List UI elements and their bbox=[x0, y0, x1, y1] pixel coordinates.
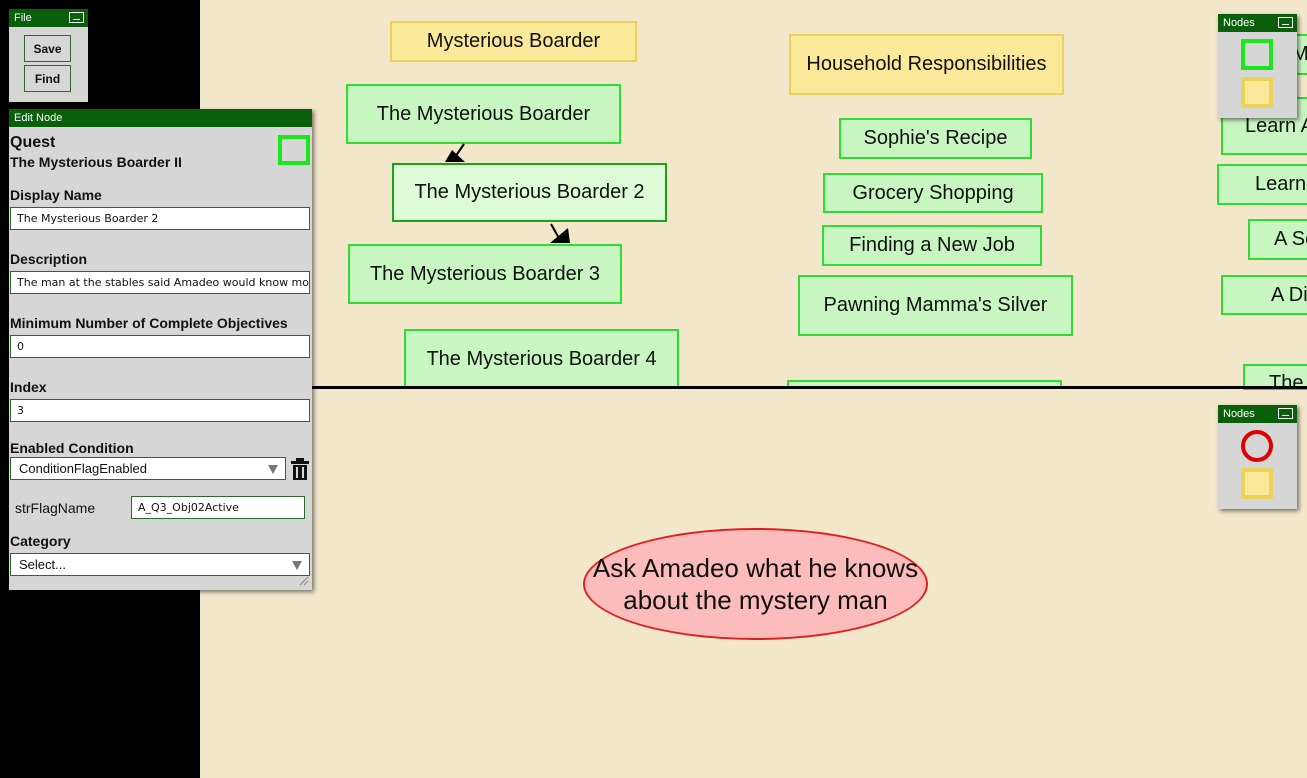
edit-node-title: Edit Node bbox=[14, 112, 63, 124]
min-objectives-label: Minimum Number of Complete Objectives bbox=[10, 315, 288, 331]
enabled-condition-label: Enabled Condition bbox=[10, 440, 134, 456]
flag-param-field[interactable]: A_Q3_Obj02Active bbox=[131, 496, 305, 519]
quest-node-label: The Mysterious Boarder 4 bbox=[426, 347, 657, 370]
node-color-swatch[interactable] bbox=[278, 135, 310, 165]
group-node-label: Household Responsibilities bbox=[806, 53, 1047, 75]
nodes-palette-title: Nodes bbox=[1223, 408, 1255, 420]
quest-node-tool-icon[interactable] bbox=[1241, 39, 1273, 70]
nodes-palette-titlebar[interactable]: Nodes bbox=[1218, 405, 1297, 423]
quest-node[interactable]: Finding a New Job bbox=[822, 225, 1042, 266]
category-select[interactable]: Select... bbox=[10, 553, 310, 576]
category-value: Select... bbox=[19, 557, 66, 572]
group-node-label: Mysterious Boarder bbox=[426, 30, 601, 52]
chevron-down-icon bbox=[268, 465, 278, 474]
quest-node-label: Grocery Shopping bbox=[852, 181, 1014, 204]
enabled-condition-select[interactable]: ConditionFlagEnabled bbox=[10, 457, 286, 480]
quest-node-label: The Mysterious Boarder bbox=[376, 102, 591, 125]
quest-node-partial[interactable]: Learn bbox=[1217, 164, 1307, 205]
minimize-icon[interactable] bbox=[69, 12, 84, 23]
group-node-mysterious-boarder[interactable]: Mysterious Boarder bbox=[390, 21, 637, 62]
quest-node-partial[interactable]: A Di bbox=[1221, 275, 1307, 315]
edit-node-panel: Edit Node Quest The Mysterious Boarder I… bbox=[9, 109, 312, 590]
resize-handle-icon[interactable] bbox=[299, 576, 309, 586]
group-node-household[interactable]: Household Responsibilities bbox=[789, 34, 1064, 95]
quest-node-label: Finding a New Job bbox=[849, 234, 1015, 256]
quest-node-label: Pawning Mamma's Silver bbox=[823, 294, 1048, 316]
save-button-label: Save bbox=[33, 41, 62, 56]
quest-node-label: The Mysterious Boarder 3 bbox=[369, 262, 601, 285]
quest-node-label: A Di bbox=[1271, 283, 1307, 306]
connection-arrows bbox=[445, 143, 570, 243]
nodes-palette-bottom: Nodes bbox=[1218, 405, 1297, 509]
quest-node-partial[interactable]: A Se bbox=[1248, 219, 1307, 260]
trash-icon[interactable] bbox=[290, 457, 310, 481]
node-name-label: The Mysterious Boarder II bbox=[10, 154, 182, 170]
edit-node-titlebar[interactable]: Edit Node bbox=[9, 109, 312, 127]
display-name-field[interactable]: The Mysterious Boarder 2 bbox=[10, 207, 310, 230]
arrow-head-icon bbox=[445, 150, 465, 162]
group-node-tool-icon[interactable] bbox=[1241, 77, 1273, 108]
quest-node-label: A Se bbox=[1274, 228, 1307, 250]
find-button[interactable]: Find bbox=[24, 65, 71, 92]
quest-node[interactable]: Grocery Shopping bbox=[823, 173, 1043, 213]
objective-node-tool-icon[interactable] bbox=[1241, 430, 1273, 462]
nodes-palette-title: Nodes bbox=[1223, 17, 1255, 29]
file-panel-title: File bbox=[14, 12, 32, 24]
objective-node-label: Ask Amadeo what he knows about the myste… bbox=[592, 553, 919, 615]
file-panel-titlebar[interactable]: File bbox=[9, 9, 88, 27]
minimize-icon[interactable] bbox=[1278, 17, 1293, 28]
quest-node[interactable]: The Mysterious Boarder 3 bbox=[348, 244, 622, 304]
quest-node[interactable]: The Mysterious Boarder 4 bbox=[404, 329, 679, 389]
objective-node[interactable]: Ask Amadeo what he knows about the myste… bbox=[583, 528, 928, 640]
nodes-palette-titlebar[interactable]: Nodes bbox=[1218, 14, 1297, 32]
index-label: Index bbox=[10, 379, 47, 395]
index-field[interactable]: 3 bbox=[10, 399, 310, 422]
find-button-label: Find bbox=[34, 71, 61, 86]
flag-param-label: strFlagName bbox=[15, 500, 96, 516]
save-button[interactable]: Save bbox=[24, 35, 71, 62]
quest-node[interactable]: The Mysterious Boarder bbox=[346, 84, 621, 144]
description-label: Description bbox=[10, 251, 88, 267]
quest-node-label: Sophie's Recipe bbox=[863, 127, 1008, 149]
arrow-head-icon bbox=[550, 228, 570, 243]
graph-divider bbox=[312, 386, 1307, 389]
chevron-down-icon bbox=[292, 561, 302, 570]
category-label: Category bbox=[10, 533, 71, 549]
node-type-label: Quest bbox=[10, 134, 56, 151]
quest-node[interactable]: Sophie's Recipe bbox=[839, 118, 1032, 159]
quest-node-label: Learn bbox=[1255, 173, 1307, 195]
minimize-icon[interactable] bbox=[1278, 408, 1293, 419]
group-node-tool-icon[interactable] bbox=[1241, 468, 1273, 499]
enabled-condition-value: ConditionFlagEnabled bbox=[19, 461, 147, 476]
description-field[interactable]: The man at the stables said Amadeo would… bbox=[10, 271, 310, 294]
nodes-palette-top: Nodes bbox=[1218, 14, 1297, 118]
min-objectives-field[interactable]: 0 bbox=[10, 335, 310, 358]
quest-node[interactable]: Pawning Mamma's Silver bbox=[798, 275, 1073, 336]
file-panel: File Save Find bbox=[9, 9, 88, 102]
display-name-label: Display Name bbox=[10, 187, 102, 203]
